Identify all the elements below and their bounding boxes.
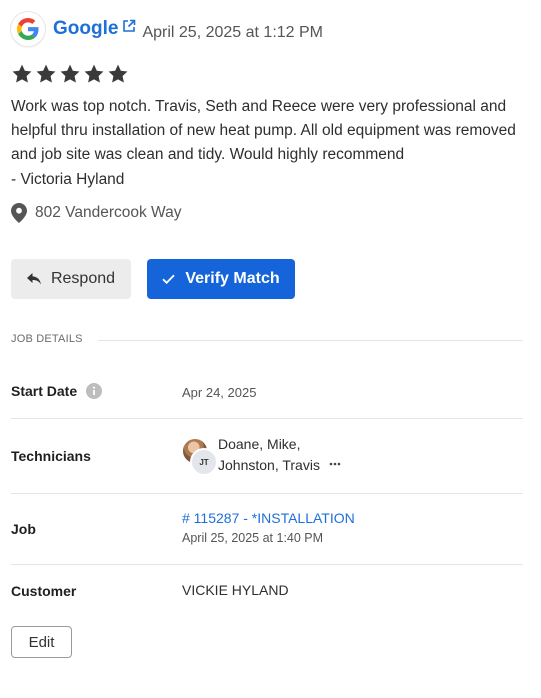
checkmark-icon [162,274,176,284]
star-icon [36,64,56,83]
star-icon [60,64,80,83]
google-source-link[interactable]: Google [53,18,136,40]
reviewer-name: - Victoria Hyland [11,171,125,188]
star-icon [84,64,104,83]
start-date-label: Start Date [11,383,78,399]
customer-row: Customer VICKIE HYLAND [11,564,523,612]
technician-name: Doane, Mike, [218,436,301,452]
technician-names: Doane, Mike, Johnston, Travis [218,434,320,476]
review-header: Google April 25, 2025 at 1:12 PM [11,12,323,46]
review-location: 802 Vandercook Way [11,203,181,223]
job-row: Job # 115287 - *INSTALLATION April 25, 2… [11,493,523,565]
start-date-label-wrap: Start Date [11,383,103,399]
location-text: 802 Vandercook Way [35,204,182,221]
start-date-row: Start Date Apr 24, 2025 [11,366,523,419]
technicians-row: Technicians JT Doane, Mike, Johnston, Tr… [11,418,523,494]
section-divider [98,340,523,341]
verify-match-button[interactable]: Verify Match [147,259,295,299]
technicians-label: Technicians [11,448,91,464]
google-logo-icon [11,12,45,46]
job-label: Job [11,521,36,537]
technician-name: Johnston, Travis [218,457,320,473]
review-text: Work was top notch. Travis, Seth and Ree… [11,98,516,163]
technician-avatar-initials: JT [190,448,218,476]
info-icon[interactable] [86,383,103,399]
respond-label[interactable]: Respond [51,270,115,288]
more-technicians-icon[interactable] [329,461,341,467]
customer-label: Customer [11,583,77,599]
review-date: April 25, 2025 at 1:12 PM [142,23,324,41]
technician-avatars: JT [182,438,218,476]
star-rating [11,63,129,85]
location-pin-icon [11,203,27,223]
external-link-icon[interactable] [122,19,136,33]
verify-match-label[interactable]: Verify Match [185,270,279,288]
star-icon [12,64,32,83]
reply-icon [26,273,41,285]
source-name[interactable]: Google [53,18,118,40]
job-link[interactable]: # 115287 - *INSTALLATION [182,510,355,526]
star-icon [108,64,128,83]
respond-button[interactable]: Respond [11,259,131,299]
job-date: April 25, 2025 at 1:40 PM [182,531,324,545]
job-details-heading: JOB DETAILS [11,333,83,345]
start-date-value: Apr 24, 2025 [182,385,257,400]
edit-button[interactable]: Edit [11,626,72,658]
customer-value: VICKIE HYLAND [182,582,289,598]
